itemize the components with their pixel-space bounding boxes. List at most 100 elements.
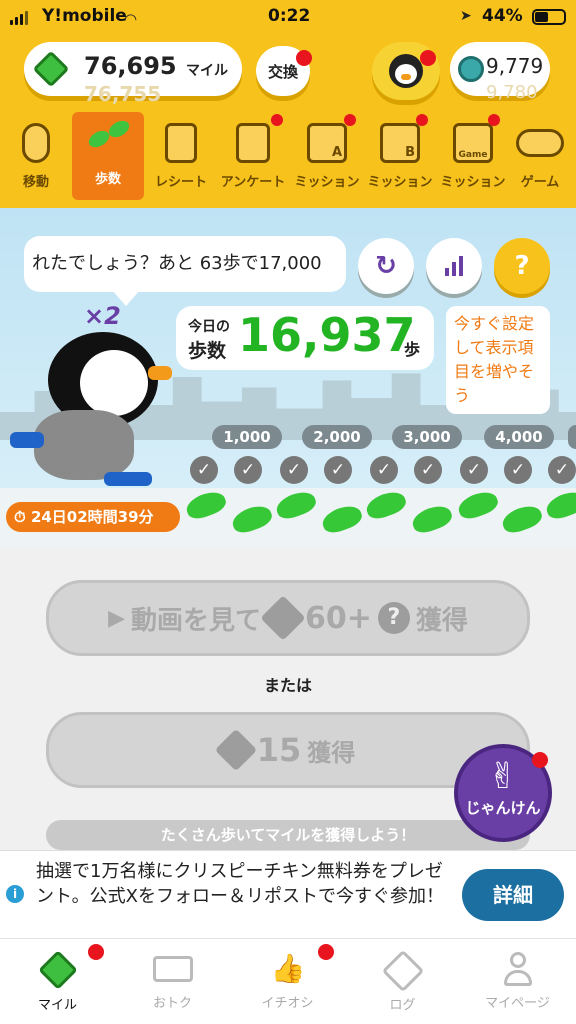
gem-icon <box>214 728 257 772</box>
tab-move[interactable]: 移動 <box>4 115 68 199</box>
step-count: 16,937 <box>238 308 416 362</box>
milestone-label: 4,000 <box>484 425 554 449</box>
step-unit: 歩 <box>404 340 421 359</box>
nav-mypage[interactable]: マイページ <box>460 944 575 1011</box>
gem-icon <box>260 595 306 641</box>
speech-text: れたでしょう？あと 63歩で17,000 <box>32 253 322 274</box>
tab-mission-a[interactable]: A ミッション <box>290 115 364 199</box>
timer-text: 24日02時間39分 <box>30 508 154 526</box>
claim-amount: 15 <box>256 731 302 769</box>
video-icon: ▶ <box>108 605 125 631</box>
tab-steps[interactable]: 歩数 <box>72 112 144 200</box>
gem-icon <box>32 50 70 88</box>
check-icon: ✓ <box>370 456 398 484</box>
carrier-label: Y!mobile <box>42 6 127 26</box>
signal-icon <box>10 11 28 25</box>
notification-dot <box>271 114 283 126</box>
check-icon: ✓ <box>190 456 218 484</box>
milestone-label <box>568 425 576 449</box>
gamepad-icon <box>516 129 564 157</box>
refresh-icon: ↻ <box>375 251 397 281</box>
receipt-icon <box>165 123 197 163</box>
tab-receipt[interactable]: レシート <box>146 115 216 199</box>
check-icon: ✓ <box>414 456 442 484</box>
tab-mission-game[interactable]: Game ミッション <box>436 115 510 199</box>
notification-dot <box>88 944 104 960</box>
coupon-icon <box>152 956 193 982</box>
battery-icon <box>532 9 566 25</box>
watch-video-button[interactable]: ▶ 動画を見て 60+ ? 獲得 <box>46 580 530 656</box>
miles-unit: マイル <box>186 63 228 79</box>
user-icon <box>501 952 535 986</box>
check-icon: ✓ <box>504 456 532 484</box>
wifi-icon: ◠ <box>124 10 138 28</box>
milestone-label: 1,000 <box>212 425 282 449</box>
miles-balance[interactable]: 76,695 マイル 76,755 <box>24 42 242 106</box>
penguin-character <box>0 320 180 500</box>
gift-b-icon: B <box>380 123 420 163</box>
check-icon: ✓ <box>280 456 308 484</box>
battery-percent: 44% <box>482 6 523 26</box>
help-icon: ? <box>514 251 530 281</box>
coin-balance[interactable]: 9,779 9,780 <box>450 42 550 103</box>
tab-mission-b[interactable]: B ミッション <box>363 115 437 199</box>
location-icon: ➤ <box>460 8 472 24</box>
milestone-label: 2,000 <box>302 425 372 449</box>
help-button[interactable]: ? <box>494 238 550 294</box>
notification-dot <box>296 50 312 66</box>
bar-chart-icon <box>445 256 463 276</box>
tip-text: 今すぐ設定して表示項目を増やそう <box>454 314 535 405</box>
today-steps-card: 今日の 歩数 16,937 歩 <box>176 306 434 370</box>
coin-icon <box>458 56 484 82</box>
milestone-label: 3,000 <box>392 425 462 449</box>
nav-label: マイル <box>37 998 77 1013</box>
nav-label: マイページ <box>485 996 550 1011</box>
clipboard-icon <box>236 123 270 163</box>
notification-dot <box>532 752 548 768</box>
nav-deals[interactable]: おトク <box>115 944 230 1011</box>
walking-icon <box>381 949 424 993</box>
notification-dot <box>318 944 334 960</box>
claim-suffix: 獲得 <box>307 738 356 767</box>
ad-text: 抽選で1万名様にクリスピーチキン無料券をプレゼント。公式Xをフォロー＆リポストで… <box>36 861 444 907</box>
cylinder-icon <box>22 123 50 163</box>
refresh-button[interactable]: ↻ <box>358 238 414 294</box>
timer-icon: ⏱ <box>14 508 26 526</box>
nav-label: イチオシ <box>261 996 314 1011</box>
notification-dot <box>416 114 428 126</box>
notification-dot <box>420 50 436 66</box>
nav-log[interactable]: ログ <box>345 944 460 1013</box>
notification-dot <box>488 114 500 126</box>
info-banner: たくさん歩いてマイルを獲得しよう！ <box>46 820 530 850</box>
coins-value: 9,779 <box>486 54 544 78</box>
gift-game-icon: Game <box>453 123 493 163</box>
speech-bubble: れたでしょう？あと 63歩で17,000 <box>24 236 346 292</box>
penguin-icon <box>389 54 423 88</box>
today-label: 今日の <box>188 319 230 335</box>
thumbs-up-icon: 👍 <box>270 952 306 985</box>
stats-button[interactable] <box>426 238 482 294</box>
setup-tip[interactable]: 今すぐ設定して表示項目を増やそう <box>446 306 550 414</box>
tab-survey[interactable]: アンケート <box>218 115 288 199</box>
check-icon: ✓ <box>324 456 352 484</box>
miles-value: 76,695 <box>84 52 177 80</box>
coins-ghost: 9,780 <box>486 82 538 103</box>
miles-ghost: 76,755 <box>84 82 162 106</box>
steps-label: 歩数 <box>188 340 227 362</box>
clock: 0:22 <box>268 6 311 26</box>
notification-dot <box>344 114 356 126</box>
gift-a-icon: A <box>307 123 347 163</box>
video-prefix: 動画を見て <box>131 605 262 636</box>
check-icon: ✓ <box>460 456 488 484</box>
nav-label: おトク <box>152 996 192 1011</box>
tab-game[interactable]: ゲーム <box>508 115 572 199</box>
mystery-icon: ? <box>377 602 410 634</box>
event-timer: ⏱ 24日02時間39分 <box>6 502 180 532</box>
footprint-icon <box>85 117 133 160</box>
nav-label: ログ <box>389 998 416 1013</box>
check-icon: ✓ <box>548 456 576 484</box>
ad-detail-button[interactable]: 詳細 <box>462 869 564 921</box>
ad-banner[interactable]: i 抽選で1万名様にクリスピーチキン無料券をプレゼント。公式Xをフォロー＆リポス… <box>0 850 576 938</box>
video-suffix: 獲得 <box>415 605 468 636</box>
info-icon[interactable]: i <box>6 885 24 903</box>
